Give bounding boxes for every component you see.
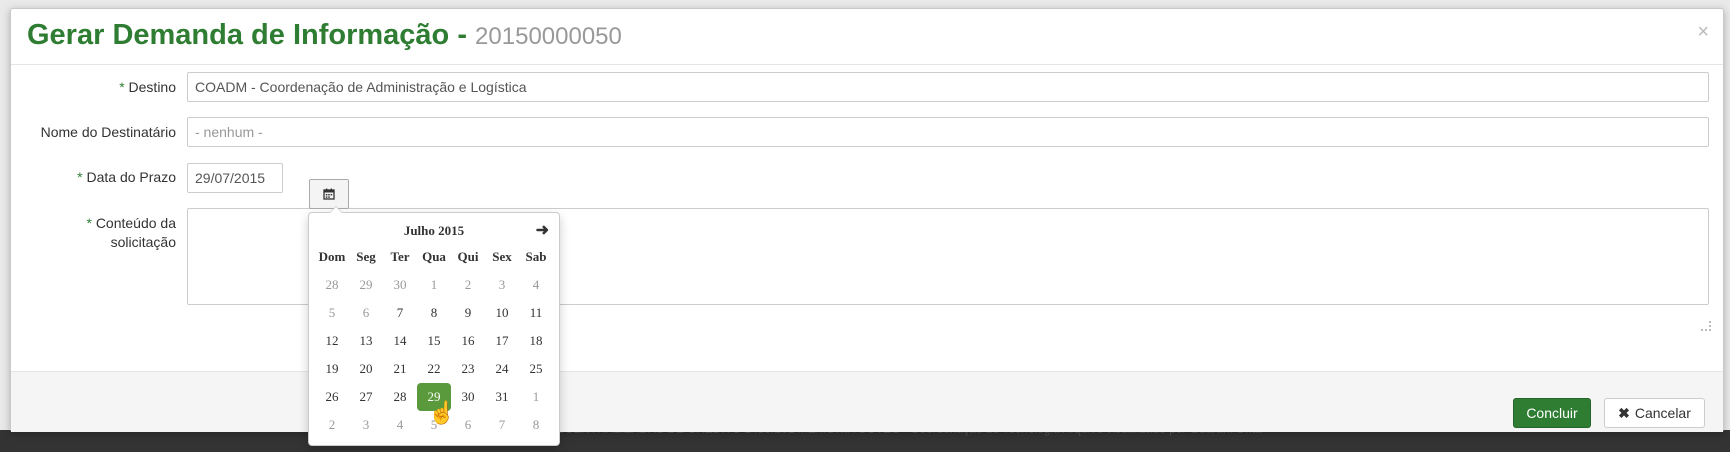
modal-footer: Concluir ✖ Cancelar bbox=[11, 371, 1723, 432]
resize-handle[interactable] bbox=[1701, 321, 1711, 331]
day-cell[interactable]: 19 bbox=[315, 355, 349, 383]
day-cell[interactable]: 8 bbox=[417, 299, 451, 327]
demand-modal: Gerar Demanda de Informação - 2015000005… bbox=[10, 8, 1724, 432]
modal-title-text: Gerar Demanda de Informação - bbox=[27, 19, 467, 51]
day-cell[interactable]: 6 bbox=[349, 299, 383, 327]
hand-pointer-cursor-icon: ☝ bbox=[428, 400, 456, 425]
conteudo-label-line1: Conteúdo da bbox=[95, 215, 176, 231]
day-cell[interactable]: 23 bbox=[451, 355, 485, 383]
weekday-header-row: Dom Seg Ter Qua Qui Sex Sab bbox=[315, 243, 553, 271]
day-cell[interactable]: 2 bbox=[451, 271, 485, 299]
weekday-header: Qua bbox=[422, 249, 446, 264]
nome-destinatario-select[interactable]: - nenhum - bbox=[187, 117, 1709, 147]
day-cell[interactable]: 2 bbox=[315, 411, 349, 439]
week-row: 19 20 21 22 23 24 25 bbox=[315, 355, 553, 383]
weekday-header: Dom bbox=[318, 249, 346, 264]
cancel-button[interactable]: ✖ Cancelar bbox=[1604, 398, 1705, 428]
destino-input[interactable]: COADM - Coordenação de Administração e L… bbox=[187, 72, 1709, 102]
day-cell[interactable]: 29 bbox=[349, 271, 383, 299]
weekday-header: Sab bbox=[525, 249, 547, 264]
day-cell[interactable]: 12 bbox=[315, 327, 349, 355]
day-cell[interactable]: 25 bbox=[519, 355, 553, 383]
data-prazo-label-text: Data do Prazo bbox=[86, 169, 177, 185]
day-cell[interactable]: 16 bbox=[451, 327, 485, 355]
day-cell[interactable]: 1 bbox=[519, 383, 553, 411]
destino-label: * Destino bbox=[1, 79, 176, 95]
close-icon: ✖ bbox=[1618, 404, 1630, 421]
modal-title: Gerar Demanda de Informação - 2015000005… bbox=[27, 19, 622, 52]
required-marker: * bbox=[119, 79, 125, 95]
day-cell[interactable]: 15 bbox=[417, 327, 451, 355]
cancel-button-label: Cancelar bbox=[1634, 405, 1691, 421]
day-cell[interactable]: 17 bbox=[485, 327, 519, 355]
day-cell[interactable]: 27 bbox=[349, 383, 383, 411]
day-cell[interactable]: 22 bbox=[417, 355, 451, 383]
weekday-header: Qui bbox=[457, 249, 479, 264]
day-cell[interactable]: 13 bbox=[349, 327, 383, 355]
day-cell[interactable]: 11 bbox=[519, 299, 553, 327]
day-cell[interactable]: 6 bbox=[451, 411, 485, 439]
day-cell[interactable]: 28 bbox=[315, 271, 349, 299]
weekday-header: Sex bbox=[492, 249, 512, 264]
day-cell[interactable]: 30 bbox=[451, 383, 485, 411]
day-cell[interactable]: 18 bbox=[519, 327, 553, 355]
day-cell[interactable]: 7 bbox=[383, 299, 417, 327]
close-icon[interactable]: × bbox=[1697, 21, 1709, 44]
day-cell[interactable]: 5 bbox=[315, 299, 349, 327]
calendar-icon bbox=[323, 188, 335, 200]
data-prazo-input[interactable]: 29/07/2015 bbox=[187, 163, 283, 193]
day-cell[interactable]: 3 bbox=[485, 271, 519, 299]
calendar-button[interactable] bbox=[309, 179, 349, 209]
destino-label-text: Destino bbox=[128, 79, 176, 95]
day-cell[interactable]: 30 bbox=[383, 271, 417, 299]
next-month-arrow-icon[interactable]: ➜ bbox=[536, 220, 549, 240]
day-cell[interactable]: 1 bbox=[417, 271, 451, 299]
day-cell[interactable]: 4 bbox=[383, 411, 417, 439]
required-marker: * bbox=[77, 169, 83, 185]
conteudo-label-line2: solicitação bbox=[110, 234, 176, 250]
day-cell[interactable]: 8 bbox=[519, 411, 553, 439]
week-row: 5 6 7 8 9 10 11 bbox=[315, 299, 553, 327]
data-prazo-label: * Data do Prazo bbox=[1, 169, 176, 185]
weekday-header: Seg bbox=[356, 249, 376, 264]
week-row: 28 29 30 1 2 3 4 bbox=[315, 271, 553, 299]
nome-destinatario-label: Nome do Destinatário bbox=[40, 124, 176, 140]
modal-header: Gerar Demanda de Informação - 2015000005… bbox=[11, 9, 1723, 65]
day-cell[interactable]: 4 bbox=[519, 271, 553, 299]
day-cell[interactable]: 3 bbox=[349, 411, 383, 439]
concluir-button[interactable]: Concluir bbox=[1513, 398, 1591, 428]
demand-code: 20150000050 bbox=[475, 23, 622, 50]
day-cell[interactable]: 21 bbox=[383, 355, 417, 383]
day-cell[interactable]: 28 bbox=[383, 383, 417, 411]
day-cell[interactable]: 26 bbox=[315, 383, 349, 411]
conteudo-label: * Conteúdo da solicitação bbox=[1, 214, 176, 252]
day-cell[interactable]: 31 bbox=[485, 383, 519, 411]
day-cell[interactable]: 24 bbox=[485, 355, 519, 383]
day-cell[interactable]: 10 bbox=[485, 299, 519, 327]
week-row: 12 13 14 15 16 17 18 bbox=[315, 327, 553, 355]
day-cell[interactable]: 14 bbox=[383, 327, 417, 355]
datepicker-month-label[interactable]: Julho 2015 bbox=[309, 223, 559, 239]
weekday-header: Ter bbox=[390, 249, 410, 264]
day-cell[interactable]: 9 bbox=[451, 299, 485, 327]
day-cell[interactable]: 20 bbox=[349, 355, 383, 383]
day-cell[interactable]: 7 bbox=[485, 411, 519, 439]
required-marker: * bbox=[86, 215, 92, 231]
